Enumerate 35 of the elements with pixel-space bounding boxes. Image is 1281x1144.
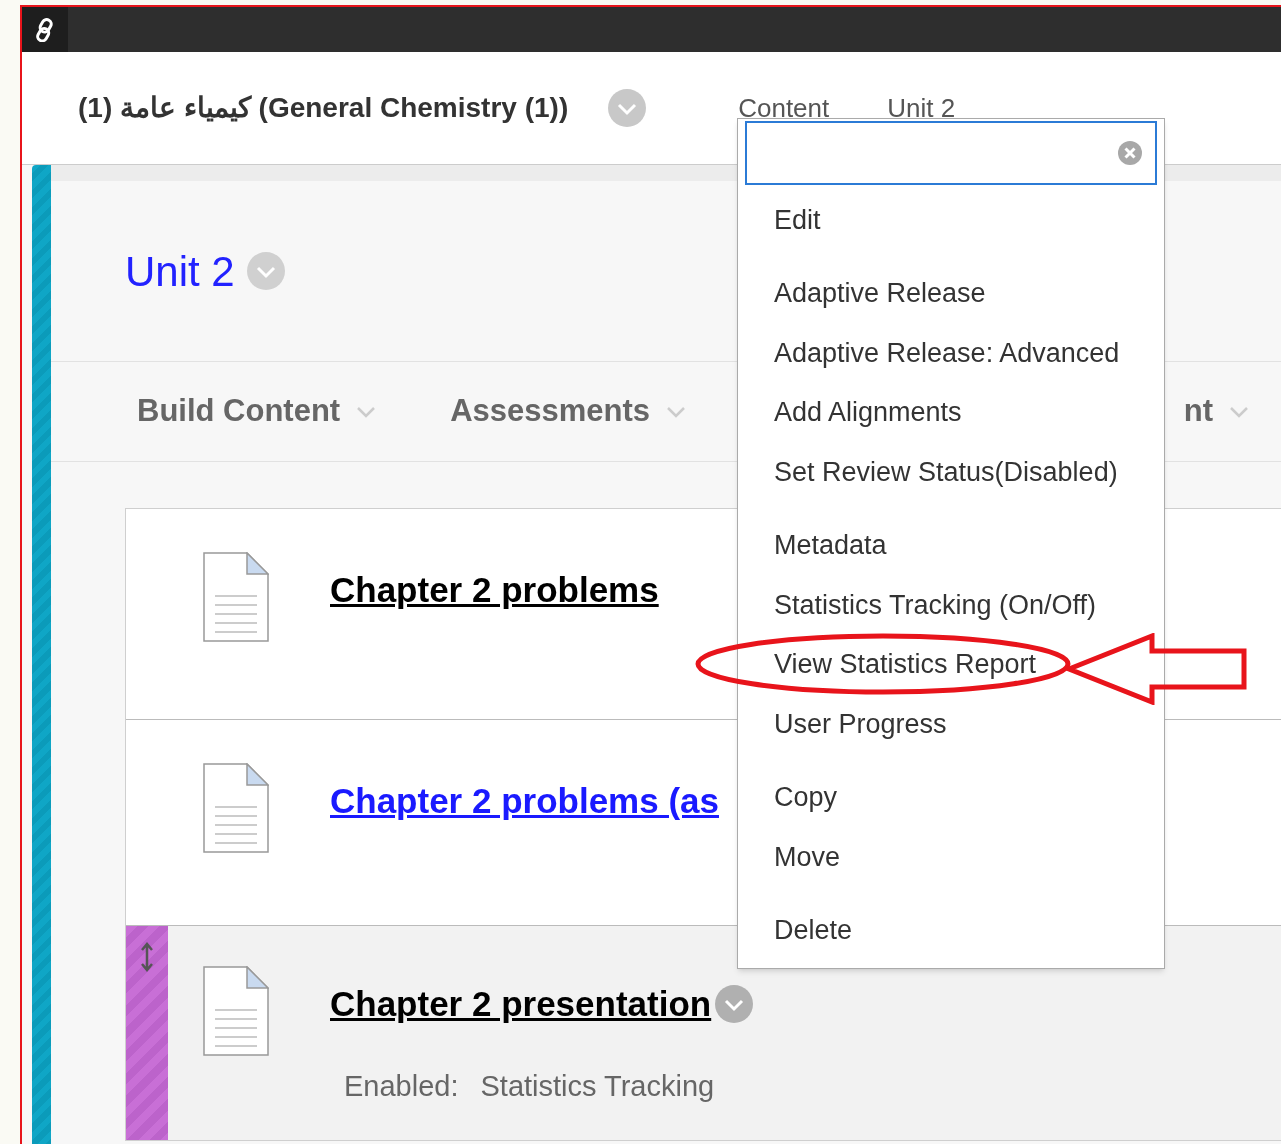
- chevron-circle-icon[interactable]: [608, 89, 647, 127]
- menu-item[interactable]: Statistics Tracking (On/Off): [738, 575, 1164, 635]
- menu-item[interactable]: Add Alignments: [738, 382, 1164, 442]
- drag-handle-icon[interactable]: [141, 942, 153, 972]
- detail-label: Enabled:: [344, 1068, 459, 1104]
- menu-item[interactable]: Delete: [738, 900, 1164, 960]
- item-title-link[interactable]: Chapter 2 problems (as: [330, 775, 719, 828]
- document-icon: [203, 763, 269, 853]
- toolbar-menu-button[interactable]: Build Content: [137, 388, 377, 435]
- menu-item[interactable]: Metadata: [738, 515, 1164, 575]
- page-title: Unit 2: [125, 246, 235, 297]
- detail-value: Statistics Tracking: [480, 1068, 715, 1104]
- item-title-link[interactable]: Chapter 2 problems: [330, 564, 659, 617]
- menu-item[interactable]: Move: [738, 827, 1164, 887]
- link-button[interactable]: [22, 7, 68, 52]
- item-title-link[interactable]: Chapter 2 presentation: [330, 978, 712, 1031]
- menu-item[interactable]: Copy: [738, 767, 1164, 827]
- menu-item[interactable]: Edit: [738, 190, 1164, 250]
- menu-item[interactable]: Adaptive Release: [738, 263, 1164, 323]
- menu-item[interactable]: Set Review Status(Disabled): [738, 442, 1164, 502]
- menu-item[interactable]: Adaptive Release: Advanced: [738, 323, 1164, 383]
- menu-item[interactable]: User Progress: [738, 694, 1164, 754]
- toolbar-menu-button[interactable]: nt: [1183, 388, 1249, 435]
- clear-icon[interactable]: [1117, 140, 1143, 166]
- toolbar-menu-button[interactable]: Assessments: [450, 388, 687, 435]
- chevron-circle-icon[interactable]: [715, 985, 754, 1024]
- chevron-down-icon: [1229, 405, 1249, 418]
- chevron-down-icon: [356, 405, 377, 418]
- chevron-circle-icon[interactable]: [246, 252, 285, 290]
- search-field[interactable]: [745, 121, 1157, 185]
- document-icon: [203, 966, 269, 1056]
- course-title[interactable]: (1) كيمياء عامة (General Chemistry (1)): [78, 87, 569, 129]
- chevron-down-icon: [666, 405, 687, 418]
- link-icon: [34, 17, 56, 42]
- document-icon: [203, 552, 269, 642]
